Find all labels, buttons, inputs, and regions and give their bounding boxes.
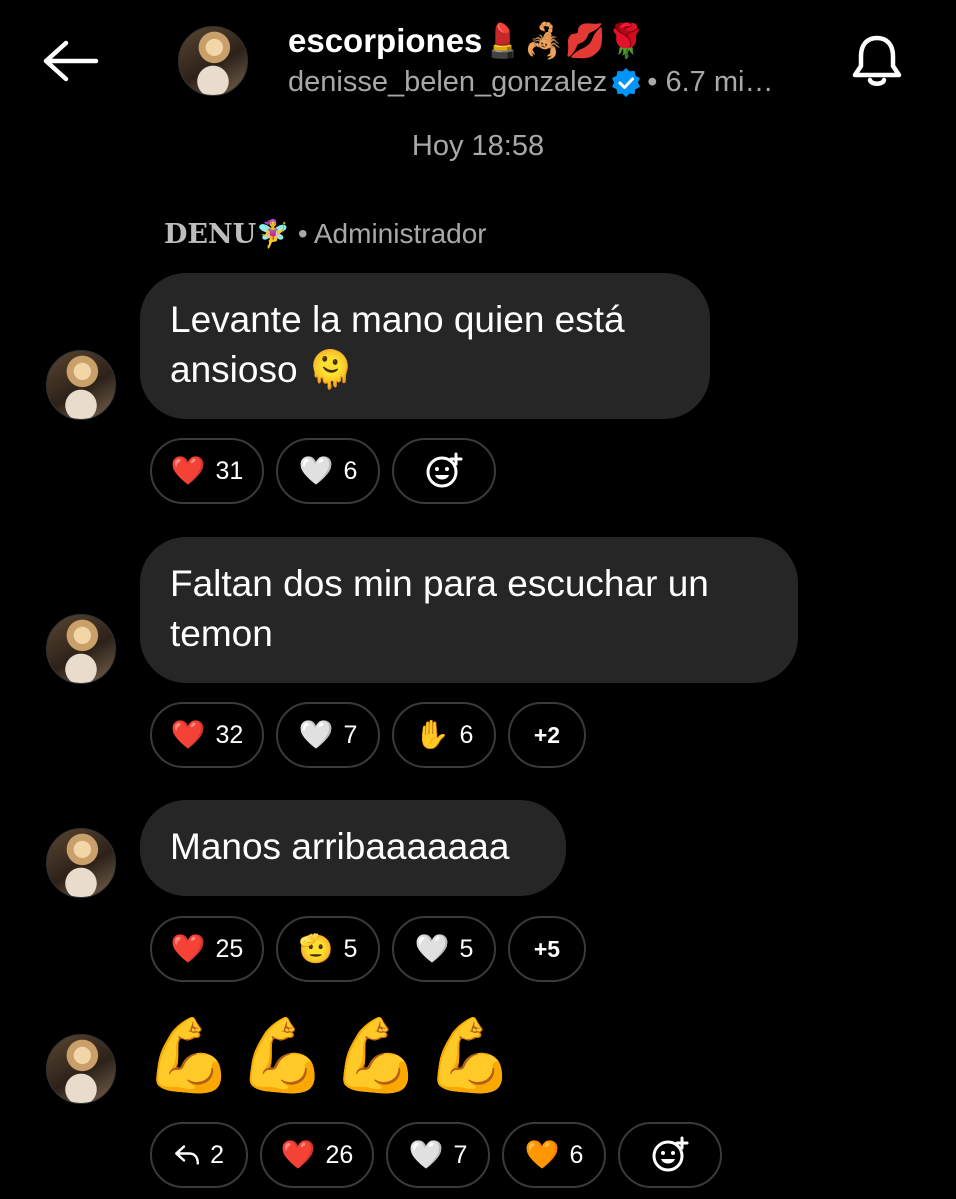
arrow-left-icon bbox=[43, 40, 99, 82]
white-heart-icon: 🤍 bbox=[414, 933, 450, 964]
red-heart-icon: ❤️ bbox=[170, 455, 206, 486]
message-bubble[interactable]: Faltan dos min para escuchar un temon bbox=[140, 537, 798, 683]
back-button[interactable] bbox=[38, 36, 102, 86]
add-reaction-icon bbox=[426, 452, 463, 488]
sender-avatar[interactable] bbox=[46, 350, 116, 420]
orange-heart-icon: 🧡 bbox=[524, 1139, 560, 1170]
reactions-row: ❤️ 25 🫡 5 🤍 5 +5 bbox=[150, 916, 586, 982]
reaction-count: 7 bbox=[453, 1140, 468, 1169]
reaction-count: 6 bbox=[569, 1140, 584, 1169]
reaction-chip-heart[interactable]: ❤️ 31 bbox=[150, 438, 264, 504]
add-reaction-icon bbox=[652, 1136, 689, 1172]
red-heart-icon: ❤️ bbox=[280, 1139, 316, 1170]
message-bubble[interactable]: Manos arribaaaaaaa bbox=[140, 800, 566, 896]
more-reactions-chip[interactable]: +2 bbox=[508, 702, 586, 768]
reaction-count: 5 bbox=[459, 934, 474, 963]
sender-avatar[interactable] bbox=[46, 614, 116, 684]
channel-avatar[interactable] bbox=[178, 26, 248, 96]
sender-role: • Administrador bbox=[297, 218, 487, 249]
verified-badge-icon bbox=[612, 67, 641, 97]
more-reactions-count: +5 bbox=[533, 935, 561, 962]
red-heart-icon: ❤️ bbox=[170, 719, 206, 750]
message-timestamp: Hoy 18:58 bbox=[411, 130, 545, 162]
replies-chip[interactable]: 2 bbox=[150, 1122, 248, 1188]
reaction-count: 6 bbox=[459, 720, 474, 749]
message-text: Manos arribaaaaaaa bbox=[170, 826, 510, 867]
owner-username: denisse_belen_gonzalez bbox=[288, 66, 608, 98]
add-reaction-button[interactable] bbox=[392, 438, 496, 504]
reply-count: 2 bbox=[210, 1140, 224, 1169]
reaction-chip-heart[interactable]: ❤️ 26 bbox=[260, 1122, 374, 1188]
more-reactions-chip[interactable]: +5 bbox=[508, 916, 586, 982]
message-bubble[interactable]: Levante la mano quien está ansioso 🫠 bbox=[140, 273, 710, 419]
reaction-count: 6 bbox=[343, 456, 358, 485]
red-heart-icon: ❤️ bbox=[170, 933, 206, 964]
sender-avatar[interactable] bbox=[46, 828, 116, 898]
reaction-count: 5 bbox=[343, 934, 358, 963]
white-heart-icon: 🤍 bbox=[298, 719, 334, 750]
sender-avatar[interactable] bbox=[46, 1034, 116, 1104]
reaction-chip-salute[interactable]: 🫡 5 bbox=[276, 916, 380, 982]
reaction-chip-white-heart[interactable]: 🤍 7 bbox=[276, 702, 380, 768]
reaction-count: 31 bbox=[215, 456, 244, 485]
reply-icon bbox=[175, 1145, 200, 1165]
bell-icon bbox=[852, 35, 902, 86]
reaction-count: 26 bbox=[325, 1140, 354, 1169]
reactions-row: 2 ❤️ 26 🤍 7 🧡 6 bbox=[150, 1122, 722, 1188]
reaction-chip-white-heart[interactable]: 🤍 7 bbox=[386, 1122, 490, 1188]
reaction-chip-white-heart[interactable]: 🤍 5 bbox=[392, 916, 496, 982]
message-text: Levante la mano quien está ansioso 🫠 bbox=[170, 299, 625, 390]
reaction-chip-orange-heart[interactable]: 🧡 6 bbox=[502, 1122, 606, 1188]
channel-subtitle[interactable]: denisse_belen_gonzalez • 6.7 mi… bbox=[288, 66, 773, 99]
reaction-chip-raised-hand[interactable]: ✋ 6 bbox=[392, 702, 496, 768]
emoji-message[interactable]: 💪💪💪💪 bbox=[144, 1020, 519, 1092]
reactions-row: ❤️ 32 🤍 7 ✋ 6 +2 bbox=[150, 702, 586, 768]
white-heart-icon: 🤍 bbox=[408, 1139, 444, 1170]
white-heart-icon: 🤍 bbox=[298, 455, 334, 486]
add-reaction-button[interactable] bbox=[618, 1122, 722, 1188]
raised-hand-icon: ✋ bbox=[414, 719, 450, 750]
salute-face-icon: 🫡 bbox=[298, 933, 334, 964]
sender-header: DENU🧚‍♀️ • Administrador bbox=[164, 218, 487, 250]
notifications-button[interactable] bbox=[848, 32, 906, 90]
reaction-chip-heart[interactable]: ❤️ 32 bbox=[150, 702, 264, 768]
reaction-count: 25 bbox=[215, 934, 244, 963]
reactions-row: ❤️ 31 🤍 6 bbox=[150, 438, 496, 504]
reaction-chip-white-heart[interactable]: 🤍 6 bbox=[276, 438, 380, 504]
reaction-count: 32 bbox=[215, 720, 244, 749]
sender-name[interactable]: DENU🧚‍♀️ bbox=[164, 218, 290, 250]
more-reactions-count: +2 bbox=[533, 721, 561, 748]
message-text: Faltan dos min para escuchar un temon bbox=[170, 563, 709, 654]
channel-title[interactable]: escorpiones💄🦂💋🌹 bbox=[288, 22, 647, 61]
reaction-chip-heart[interactable]: ❤️ 25 bbox=[150, 916, 264, 982]
reaction-count: 7 bbox=[343, 720, 358, 749]
members-count: • 6.7 mi… bbox=[647, 66, 774, 98]
